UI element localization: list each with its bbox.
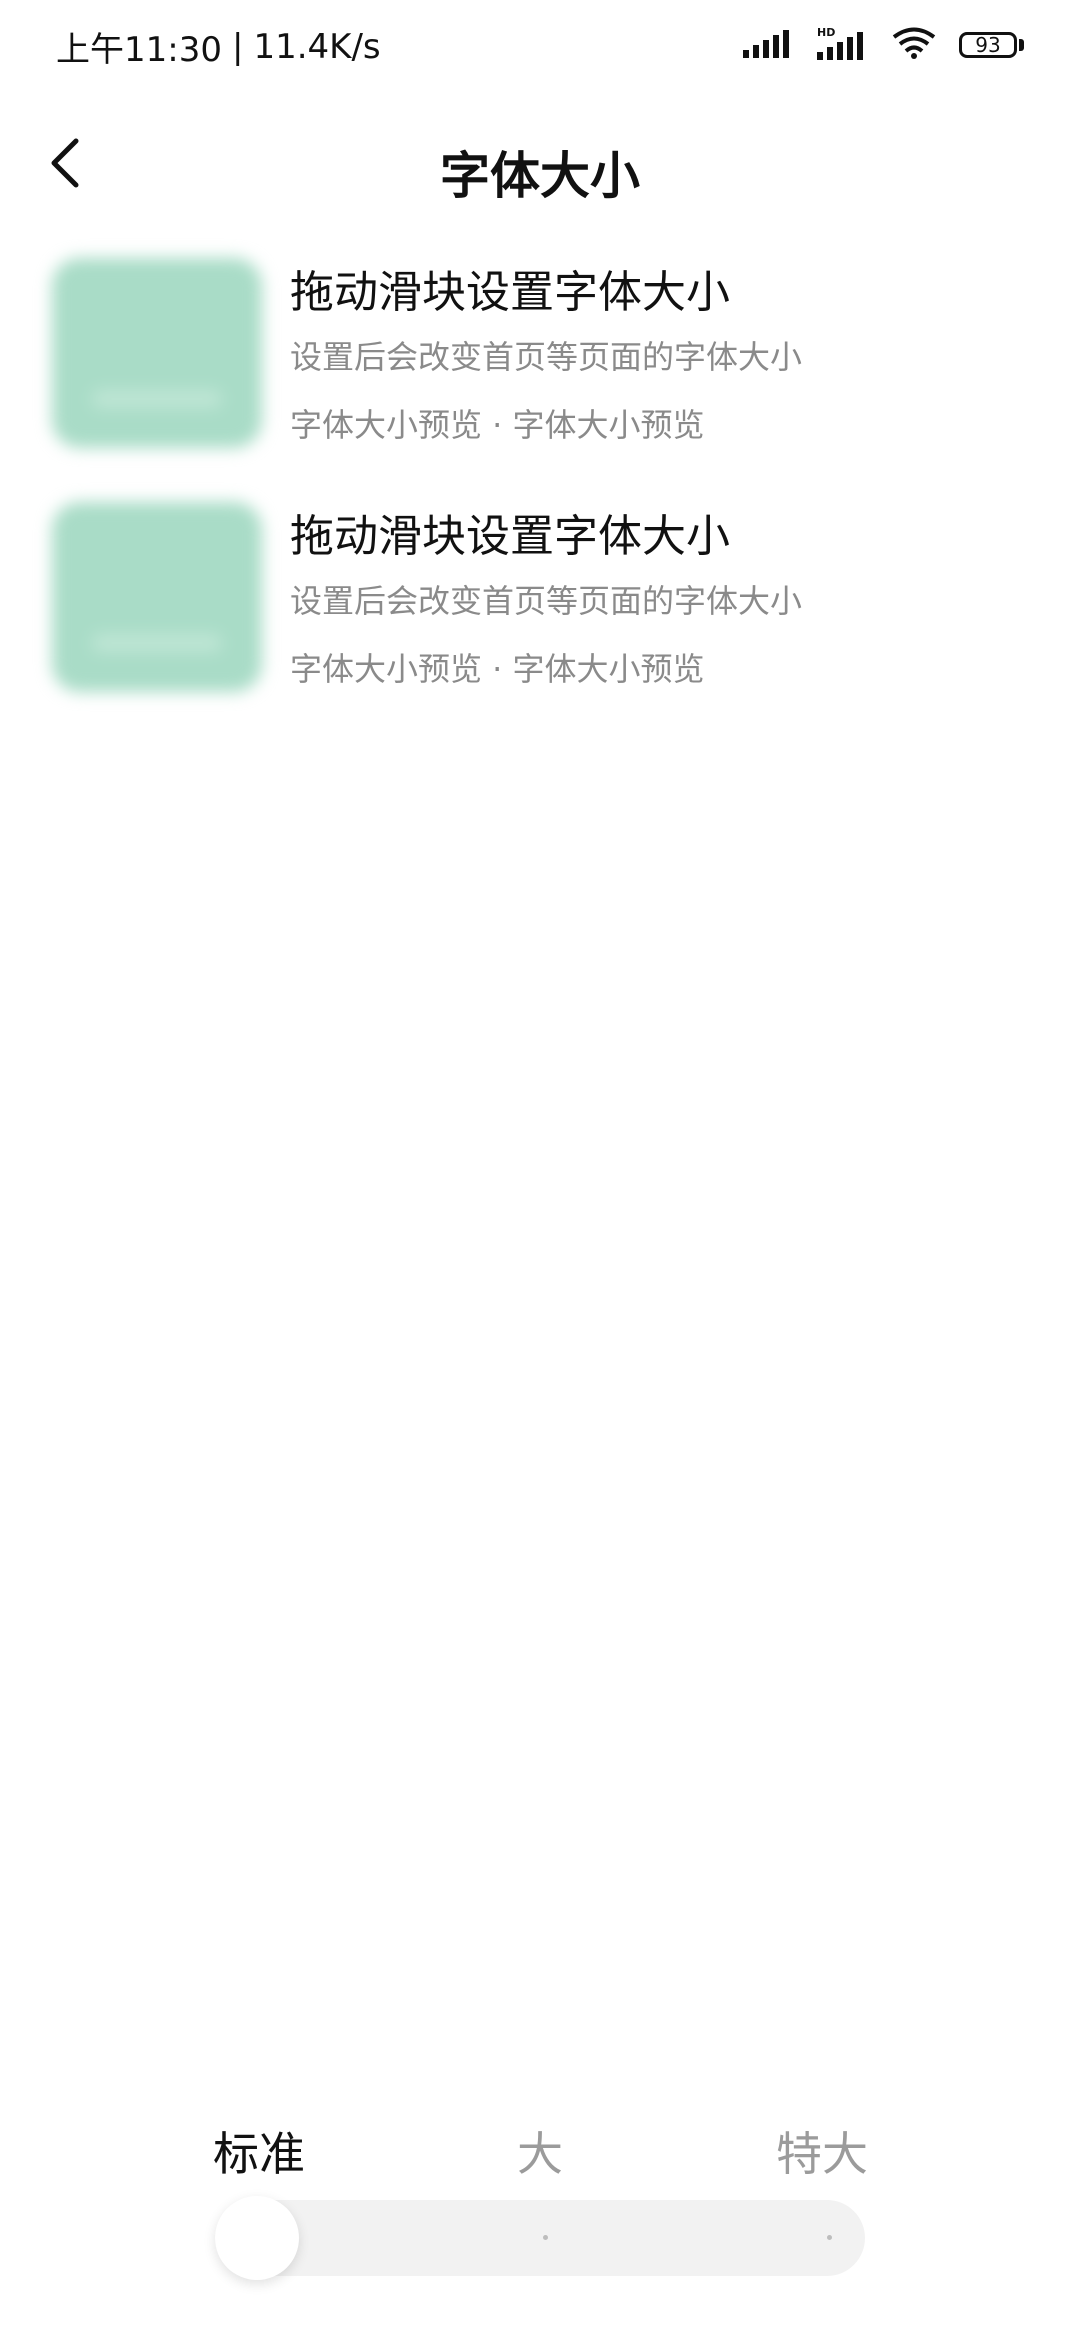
size-option-large[interactable]: 大 xyxy=(517,2118,563,2184)
network-speed: 11.4K/s xyxy=(253,26,381,67)
item-title: 拖动滑块设置字体大小 xyxy=(290,511,730,562)
status-time: 上午11:30 xyxy=(56,30,222,70)
status-left: 上午11:30 | 11.4K/s xyxy=(56,22,381,71)
item-preview-text: 字体大小预览 · 字体大小预览 xyxy=(290,406,705,444)
font-size-labels: 标准 大 特大 xyxy=(0,2118,1080,2188)
item-preview-text: 字体大小预览 · 字体大小预览 xyxy=(290,650,705,688)
item-description: 设置后会改变首页等页面的字体大小 xyxy=(290,338,803,376)
thumbnail-detail xyxy=(92,390,222,408)
battery-cap xyxy=(1019,39,1024,51)
battery-icon: 93 xyxy=(959,32,1024,58)
item-title: 拖动滑块设置字体大小 xyxy=(290,267,730,318)
page-title: 字体大小 xyxy=(440,147,640,205)
status-separator: | xyxy=(231,26,244,67)
slider-stop-large xyxy=(543,2235,548,2240)
hd-signal-icon: HD xyxy=(817,26,869,64)
size-option-extra-large[interactable]: 特大 xyxy=(776,2118,868,2184)
svg-text:HD: HD xyxy=(817,26,835,39)
battery-level: 93 xyxy=(959,32,1017,58)
wifi-icon xyxy=(891,26,937,64)
font-size-slider-thumb[interactable] xyxy=(215,2196,299,2280)
status-right: HD 93 xyxy=(743,26,1024,64)
header: 字体大小 xyxy=(0,96,1080,236)
font-size-slider-track[interactable] xyxy=(215,2200,865,2276)
thumbnail-image xyxy=(52,502,262,692)
signal-icon xyxy=(743,28,795,62)
status-bar: 上午11:30 | 11.4K/s HD 93 xyxy=(0,0,1080,96)
size-option-standard[interactable]: 标准 xyxy=(213,2118,305,2184)
list-item: 拖动滑块设置字体大小 设置后会改变首页等页面的字体大小 字体大小预览 · 字体大… xyxy=(0,240,1080,480)
thumbnail-detail xyxy=(92,634,222,652)
thumbnail-image xyxy=(52,258,262,448)
item-description: 设置后会改变首页等页面的字体大小 xyxy=(290,582,803,620)
slider-stop-extra-large xyxy=(827,2235,832,2240)
list-item: 拖动滑块设置字体大小 设置后会改变首页等页面的字体大小 字体大小预览 · 字体大… xyxy=(0,484,1080,724)
